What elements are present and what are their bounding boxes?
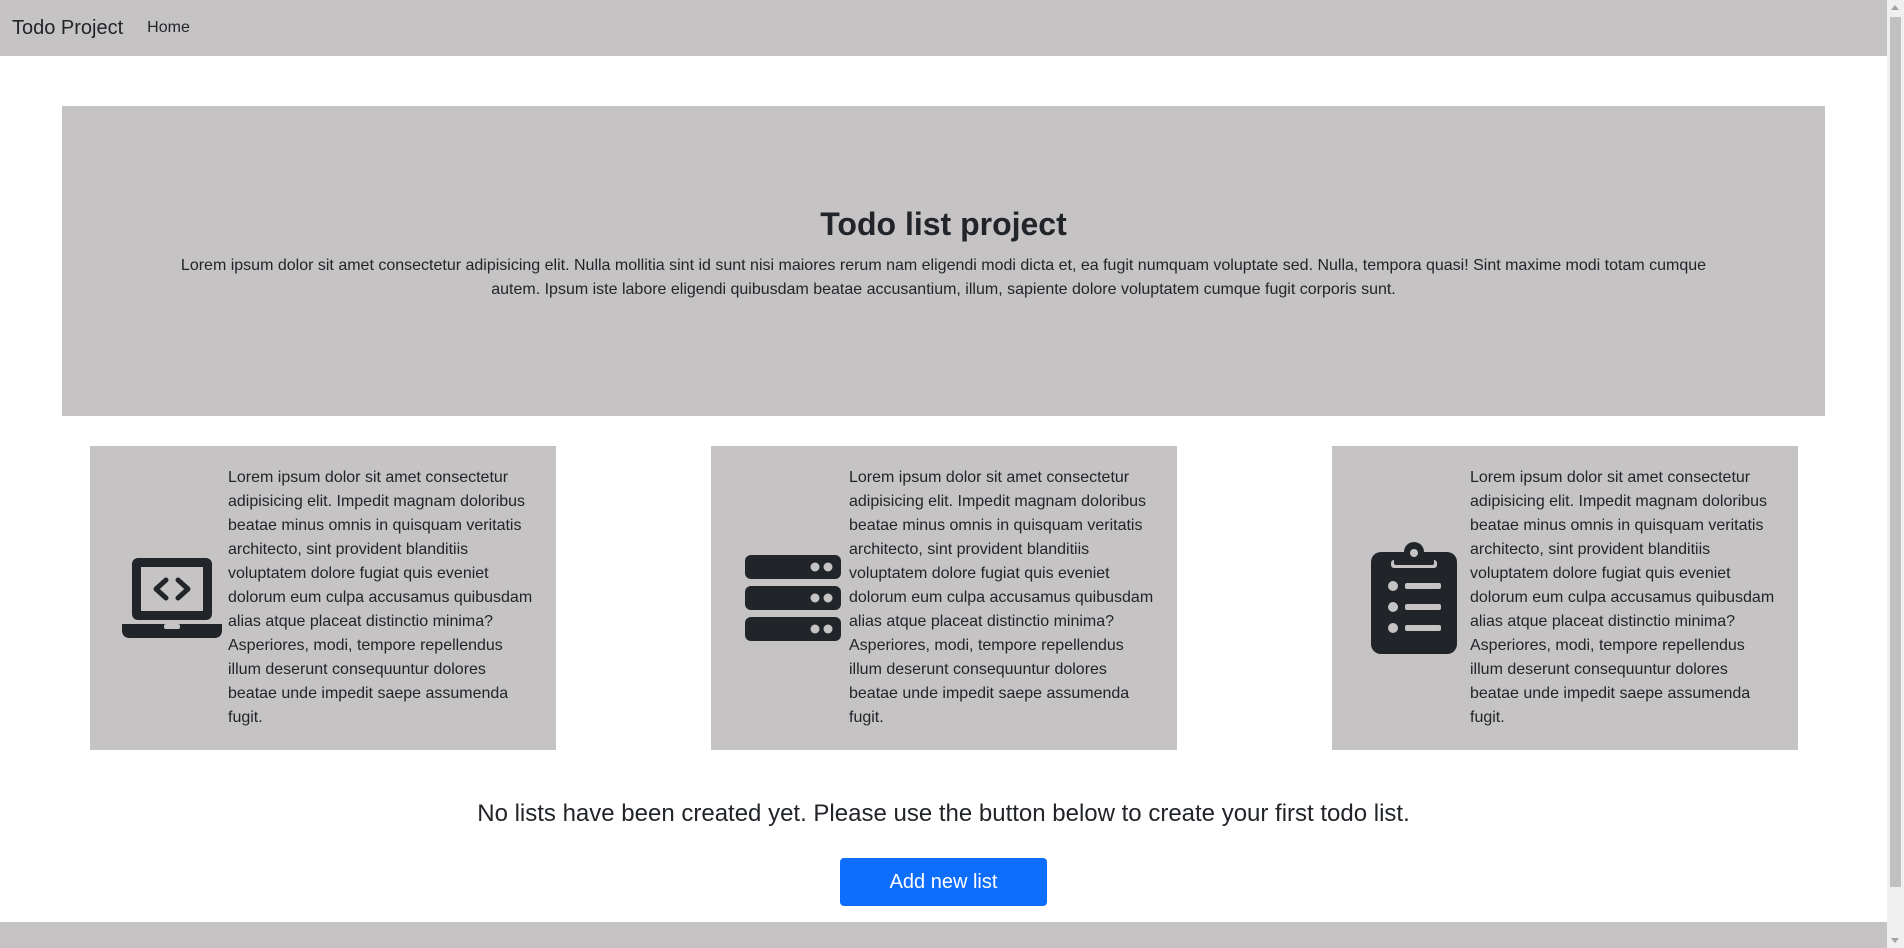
hero-title: Todo list project: [820, 206, 1067, 242]
vertical-scrollbar[interactable]: [1887, 0, 1904, 948]
page: Todo Project Home Todo list project Lore…: [0, 0, 1904, 948]
feature-card-2-text: Lorem ipsum dolor sit amet consectetur a…: [849, 469, 1154, 726]
clipboard-list-icon: [1362, 542, 1466, 654]
scrollbar-thumb[interactable]: [1890, 17, 1901, 887]
feature-card-1-text: Lorem ipsum dolor sit amet consectetur a…: [228, 469, 533, 726]
feature-card-3: Lorem ipsum dolor sit amet consectetur a…: [1332, 446, 1798, 750]
feature-card-2: Lorem ipsum dolor sit amet consectetur a…: [711, 446, 1177, 750]
nav-link-home[interactable]: Home: [147, 19, 190, 37]
add-new-list-button[interactable]: Add new list: [840, 858, 1047, 906]
feature-card-1: Lorem ipsum dolor sit amet consectetur a…: [90, 446, 556, 750]
hero-description: Lorem ipsum dolor sit amet consectetur a…: [180, 257, 1707, 298]
hero-banner: Todo list project Lorem ipsum dolor sit …: [62, 106, 1825, 416]
navbar-brand[interactable]: Todo Project: [12, 17, 123, 40]
server-icon: [741, 546, 845, 650]
feature-card-3-text: Lorem ipsum dolor sit amet consectetur a…: [1470, 469, 1775, 726]
navbar: Todo Project Home: [0, 0, 1887, 56]
footer: [0, 922, 1887, 948]
laptop-code-icon: [120, 546, 224, 650]
scroll-up-arrow-icon[interactable]: [1891, 5, 1899, 10]
empty-state-message: No lists have been created yet. Please u…: [477, 800, 1410, 827]
scroll-down-arrow-icon[interactable]: [1891, 938, 1899, 943]
